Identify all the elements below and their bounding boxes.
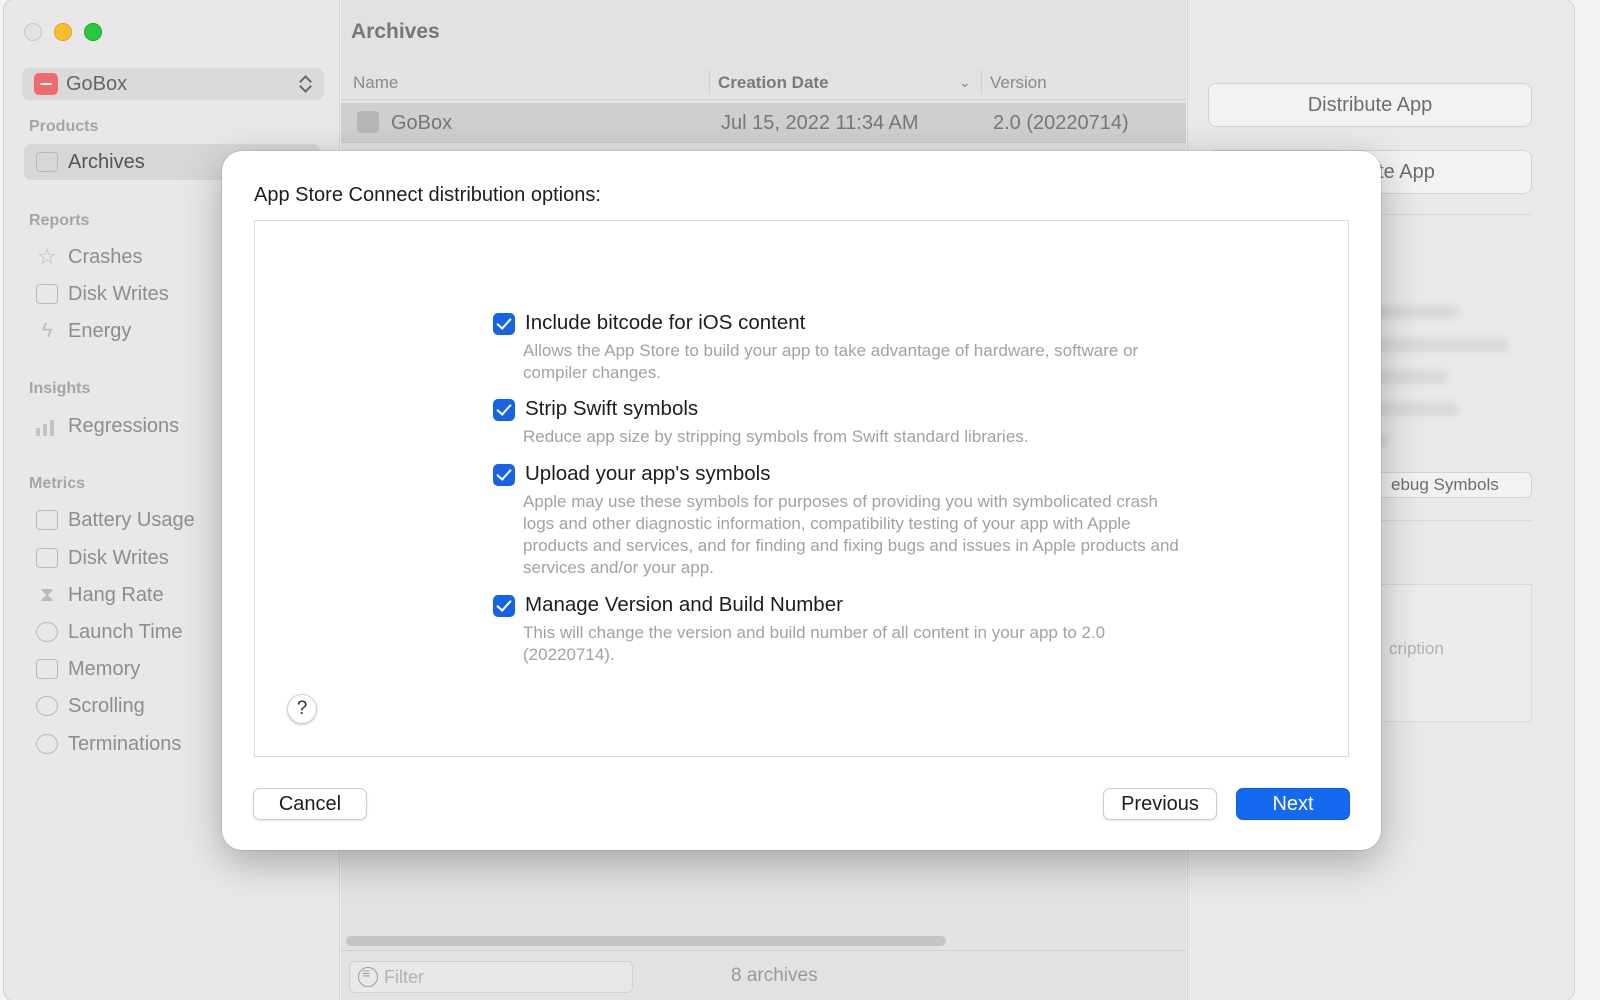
cancel-button[interactable]: Cancel bbox=[253, 788, 367, 820]
section-metrics: Metrics bbox=[29, 475, 86, 492]
minimize-window-button[interactable] bbox=[54, 23, 72, 41]
cell-date: Jul 15, 2022 11:34 AM bbox=[721, 112, 919, 134]
distribution-options-dialog: App Store Connect distribution options: … bbox=[222, 151, 1381, 850]
help-button[interactable]: ? bbox=[287, 694, 317, 724]
description-placeholder: cription bbox=[1389, 639, 1444, 658]
option-label[interactable]: Upload your app's symbols bbox=[525, 462, 770, 486]
blurred-info bbox=[1368, 338, 1508, 352]
option-label[interactable]: Strip Swift symbols bbox=[525, 397, 698, 421]
table-row[interactable]: GoBox Jul 15, 2022 11:34 AM 2.0 (2022071… bbox=[341, 103, 1186, 143]
memory-chip-icon bbox=[36, 659, 58, 679]
filter-icon bbox=[358, 965, 378, 987]
archive-count: 8 archives bbox=[731, 965, 818, 986]
column-header-name[interactable]: Name bbox=[353, 73, 398, 93]
debug-symbols-label: ebug Symbols bbox=[1391, 475, 1499, 494]
archive-icon bbox=[36, 152, 58, 172]
sidebar-item-label: Launch Time bbox=[68, 620, 183, 643]
pane-title: Archives bbox=[351, 20, 440, 43]
option-label[interactable]: Manage Version and Build Number bbox=[525, 593, 843, 617]
chevron-updown-icon bbox=[300, 73, 312, 95]
sidebar-item-label: Scrolling bbox=[68, 694, 145, 717]
cell-name: GoBox bbox=[391, 112, 453, 134]
rocket-icon bbox=[36, 622, 58, 642]
options-panel: Include bitcode for iOS content Allows t… bbox=[254, 220, 1349, 757]
filter-field[interactable]: Filter bbox=[349, 961, 633, 993]
option-description: Apple may use these symbols for purposes… bbox=[523, 492, 1179, 577]
manage-version-checkbox[interactable] bbox=[493, 595, 515, 617]
dialog-title: App Store Connect distribution options: bbox=[254, 184, 601, 206]
close-window-button[interactable] bbox=[24, 23, 42, 41]
sidebar-item-label: Terminations bbox=[68, 732, 182, 755]
sidebar-item-label: Regressions bbox=[68, 414, 180, 437]
sidebar-item-label: Disk Writes bbox=[68, 282, 169, 305]
next-button[interactable]: Next bbox=[1236, 788, 1350, 820]
strip-swift-symbols-checkbox[interactable] bbox=[493, 399, 515, 421]
battery-icon bbox=[36, 510, 58, 530]
section-reports: Reports bbox=[29, 212, 90, 229]
zoom-window-button[interactable] bbox=[84, 23, 102, 41]
list-footer: Filter 8 archives bbox=[341, 950, 1186, 1000]
distribute-app-button[interactable]: Distribute App bbox=[1208, 83, 1532, 127]
bolt-icon: ϟ bbox=[41, 320, 53, 342]
section-insights: Insights bbox=[29, 380, 91, 397]
column-header-creation-date[interactable]: Creation Date bbox=[718, 73, 829, 93]
bar-chart-icon bbox=[36, 416, 58, 436]
column-separator[interactable] bbox=[709, 70, 710, 94]
app-selector-label: GoBox bbox=[66, 72, 128, 95]
column-separator[interactable] bbox=[981, 70, 982, 94]
column-header-version[interactable]: Version bbox=[990, 73, 1047, 93]
previous-button[interactable]: Previous bbox=[1103, 788, 1217, 820]
hourglass-icon: ⧗ bbox=[39, 584, 55, 606]
horizontal-scrollbar[interactable] bbox=[346, 936, 946, 946]
filter-placeholder: Filter bbox=[384, 966, 424, 987]
section-products: Products bbox=[29, 118, 99, 135]
sidebar-item-label: Battery Usage bbox=[68, 508, 195, 531]
sidebar-item-label: Hang Rate bbox=[68, 583, 164, 606]
scroll-icon bbox=[36, 696, 58, 716]
option-description: Reduce app size by stripping symbols fro… bbox=[523, 427, 1029, 446]
window-controls bbox=[24, 23, 102, 41]
blurred-info bbox=[1368, 402, 1458, 416]
disk-icon bbox=[36, 284, 58, 304]
sidebar-item-label: Disk Writes bbox=[68, 546, 169, 569]
app-icon bbox=[34, 73, 58, 95]
option-description: This will change the version and build n… bbox=[523, 623, 1106, 664]
star-icon: ☆ bbox=[37, 244, 57, 269]
sidebar-item-label: Memory bbox=[68, 657, 141, 680]
sidebar-item-label: Archives bbox=[68, 150, 145, 173]
chevron-down-icon[interactable]: ⌄ bbox=[959, 74, 971, 91]
table-header: Name Creation Date ⌄ Version bbox=[341, 64, 1186, 100]
blurred-info bbox=[1368, 305, 1458, 319]
option-description: Allows the App Store to build your app t… bbox=[523, 341, 1139, 382]
upload-symbols-checkbox[interactable] bbox=[493, 464, 515, 486]
option-label[interactable]: Include bitcode for iOS content bbox=[525, 311, 805, 335]
sidebar-item-label: Energy bbox=[68, 319, 132, 342]
terminate-icon bbox=[36, 734, 58, 754]
cell-version: 2.0 (20220714) bbox=[993, 112, 1129, 134]
sidebar-item-label: Crashes bbox=[68, 245, 143, 268]
disk-icon bbox=[36, 548, 58, 568]
app-selector[interactable]: GoBox bbox=[22, 68, 324, 100]
archive-file-icon bbox=[357, 111, 379, 133]
include-bitcode-checkbox[interactable] bbox=[493, 313, 515, 335]
